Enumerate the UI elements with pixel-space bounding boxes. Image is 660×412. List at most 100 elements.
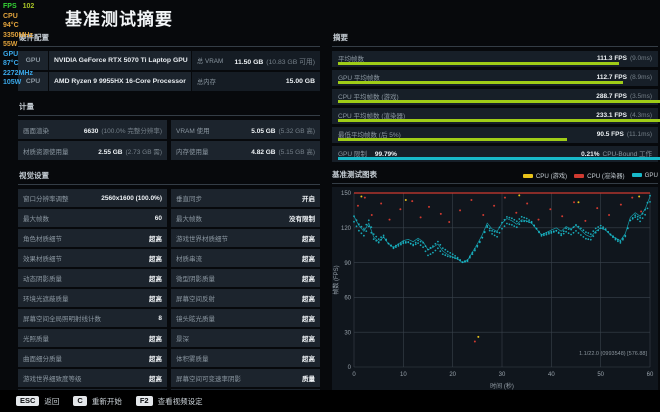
gpu-fps-dot bbox=[392, 246, 395, 249]
metric-value: 5.05 GB (5.32 GB 高) bbox=[251, 125, 315, 135]
x-tick-label: 40 bbox=[548, 372, 555, 378]
gpu-fps-dot bbox=[585, 237, 587, 240]
gpu-fps-dot bbox=[471, 253, 474, 256]
gpu-fps-dot bbox=[491, 233, 493, 235]
key-action-label: 重新开始 bbox=[91, 396, 122, 406]
gpu-fps-dot bbox=[451, 253, 454, 256]
gpu-fps-dot bbox=[419, 240, 422, 243]
metric-label: 内存使用量 bbox=[176, 148, 209, 156]
metric-row: 画面渲染 6630 (100.0% 完整分辨率) bbox=[18, 120, 167, 139]
gpu-fps-dot bbox=[432, 251, 434, 254]
gpu-fps-dot bbox=[511, 217, 513, 220]
gpu-fps-dot bbox=[476, 244, 479, 247]
gpu-fps-dot bbox=[545, 233, 548, 236]
cpu-renderer-dot bbox=[573, 201, 576, 204]
legend-item: GPU bbox=[631, 172, 658, 179]
gpu-fps-dot bbox=[496, 235, 498, 238]
gpu-fps-dot bbox=[417, 239, 419, 242]
osd-gpu-label: GPU bbox=[3, 50, 19, 58]
value-note: (5.32 GB 高) bbox=[278, 127, 315, 135]
setting-value: 60 bbox=[154, 214, 162, 222]
gpu-fps-dot bbox=[577, 225, 580, 228]
fps-bar bbox=[338, 81, 623, 84]
y-tick-label: 150 bbox=[341, 191, 352, 197]
setting-label: 垂直同步 bbox=[176, 196, 202, 203]
setting-value: 超高 bbox=[149, 336, 162, 343]
cpu-renderer-dot bbox=[439, 212, 442, 215]
gpu-fps-dot bbox=[550, 230, 553, 233]
hardware-spec-label: 总内存 bbox=[197, 79, 216, 86]
x-axis-label: 时间 (秒) bbox=[490, 382, 514, 390]
gpu-fps-dot bbox=[434, 249, 437, 252]
setting-value: 超高 bbox=[149, 296, 162, 303]
gpu-fps-dot bbox=[404, 241, 407, 243]
metrics-grid: 画面渲染 6630 (100.0% 完整分辨率) VRAM 使用 5.05 GB (5.3… bbox=[18, 120, 320, 160]
gpu-fps-dot bbox=[523, 216, 526, 219]
cpu-renderer-dot bbox=[370, 214, 373, 217]
setting-value: 超高 bbox=[149, 376, 162, 383]
page-title: 基准测试摘要 bbox=[65, 10, 173, 29]
key-c-button[interactable]: C bbox=[73, 395, 87, 407]
gpu-fps-dot bbox=[609, 233, 612, 236]
gpu-fps-dot bbox=[437, 240, 439, 243]
setting-value: 超高 bbox=[302, 236, 315, 243]
gpu-fps-dot bbox=[562, 232, 565, 235]
summary-value: 233.1 FPS (4.3ms) bbox=[596, 112, 652, 119]
summary-row: 平均帧数 111.3 FPS (9.0ms) bbox=[332, 51, 658, 67]
settings-grid: 窗口分辨率调整 2560x1600 (100.0%) 最大帧数 60 角色材质细节 超高效… bbox=[18, 189, 320, 409]
gpu-fps-dot bbox=[617, 238, 619, 241]
hardware-spec: 总 VRAM 11.50 GB (10.83 GB 可用) bbox=[192, 51, 320, 70]
gpu-fps-dot bbox=[466, 259, 469, 261]
gpu-fps-dot bbox=[518, 218, 521, 220]
metric-value: 2.55 GB (2.73 GB 需) bbox=[98, 146, 162, 156]
gpu-fps-dot bbox=[604, 228, 607, 231]
gpu-fps-dot bbox=[444, 254, 447, 257]
section-settings-title: 视觉设置 bbox=[18, 168, 320, 185]
gpu-fps-dot bbox=[636, 218, 639, 221]
key-f2-button[interactable]: F2 bbox=[135, 395, 153, 407]
gpu-fps-dot bbox=[520, 220, 523, 223]
gpu-fps-dot bbox=[454, 255, 456, 257]
gpu-fps-dot bbox=[523, 220, 526, 223]
cpu-renderer-dot bbox=[482, 214, 485, 217]
setting-row: 曲面细分质量 超高 bbox=[18, 349, 167, 367]
gpu-fps-dot bbox=[592, 235, 595, 238]
gpu-fps-dot bbox=[390, 244, 392, 247]
setting-value: 超高 bbox=[302, 276, 315, 283]
setting-label: 体积雾质量 bbox=[176, 356, 209, 363]
x-tick-label: 50 bbox=[597, 372, 604, 378]
cpu-renderer-dot bbox=[526, 202, 529, 205]
gpu-fps-dot bbox=[619, 242, 622, 244]
x-tick-label: 0 bbox=[352, 372, 356, 378]
gpu-fps-dot bbox=[622, 237, 624, 240]
chart-title: 基准测试图表 bbox=[332, 170, 377, 179]
setting-value: 2560x1600 (100.0%) bbox=[101, 194, 162, 202]
setting-row: 最大帧数 60 bbox=[18, 209, 167, 227]
benchmark-summary-screen: FPS 102 CPU 94°C 3350MHz 55W GPU 87°C 227… bbox=[0, 0, 660, 412]
footer-key-hints: ESC 返回 C 重新开始 F2 查看视频设定 bbox=[16, 395, 217, 407]
value-text: 6630 bbox=[83, 127, 99, 135]
cpu-bound-bar bbox=[338, 157, 660, 160]
hardware-name: AMD Ryzen 9 9955HX 16-Core Processor bbox=[49, 72, 191, 91]
summary-value: 288.7 FPS (3.5ms) bbox=[596, 93, 652, 100]
gpu-fps-dot bbox=[496, 231, 498, 233]
gpu-fps-dot bbox=[567, 228, 570, 230]
setting-row: 垂直同步 开启 bbox=[171, 189, 320, 207]
cpu-renderer-dot bbox=[473, 340, 476, 343]
cpu-renderer-dot bbox=[640, 210, 643, 213]
osd-fps-value: 102 bbox=[22, 3, 35, 10]
gpu-fps-dot bbox=[486, 226, 489, 228]
gpu-fps-dot bbox=[367, 225, 370, 228]
setting-value: 超高 bbox=[149, 276, 162, 283]
left-column: 硬件配置 GPU NVIDIA GeForce RTX 5070 Ti Lapto… bbox=[18, 30, 320, 409]
gpu-fps-dot bbox=[375, 239, 378, 242]
gpu-fps-dot bbox=[513, 225, 516, 227]
key-esc-button[interactable]: ESC bbox=[16, 395, 40, 407]
setting-value: 超高 bbox=[302, 256, 315, 263]
gpu-fps-dot bbox=[594, 227, 597, 230]
gpu-fps-dot bbox=[560, 234, 563, 237]
setting-row: 游戏世界材质细节 超高 bbox=[171, 229, 320, 247]
gpu-fps-dot bbox=[417, 242, 419, 244]
gpu-fps-dot bbox=[402, 241, 405, 243]
metric-value: 4.82 GB (5.15 GB 高) bbox=[251, 146, 315, 156]
